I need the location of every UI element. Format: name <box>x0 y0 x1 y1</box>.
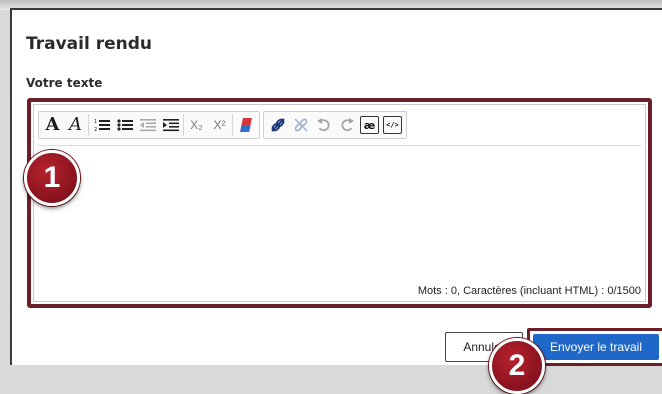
dialog: Travail rendu Votre texte A A 1 2 X₂ X² … <box>10 8 662 366</box>
svg-text:2: 2 <box>94 127 97 132</box>
text-field-label: Votre texte <box>26 76 103 90</box>
special-chars-icon[interactable]: æ <box>358 113 381 137</box>
step-callout-1: 1 <box>24 150 80 206</box>
dialog-title: Travail rendu <box>26 34 152 54</box>
submit-button-highlight: Envoyer le travail <box>527 328 662 366</box>
outdent-icon[interactable] <box>136 113 159 137</box>
svg-text:1: 1 <box>94 119 97 125</box>
rich-text-editor: A A 1 2 X₂ X² æ </> Mots: 0, Caractères… <box>27 98 652 308</box>
indent-icon[interactable] <box>159 113 182 137</box>
eraser-icon[interactable] <box>234 113 257 137</box>
subscript-glyph: X₂ <box>190 118 203 132</box>
submit-work-button[interactable]: Envoyer le travail <box>533 334 659 360</box>
superscript-icon[interactable]: X² <box>208 113 231 137</box>
undo-icon[interactable] <box>312 113 335 137</box>
toolbar-divider <box>38 145 641 146</box>
bold-glyph: A <box>45 114 60 135</box>
step-callout-2: 2 <box>489 338 545 394</box>
redo-icon[interactable] <box>335 113 358 137</box>
source-code-glyph: </> <box>383 116 402 134</box>
subscript-icon[interactable]: X₂ <box>185 113 208 137</box>
special-chars-glyph: æ <box>360 116 379 134</box>
toolbar-group-insert: æ </> <box>263 111 407 139</box>
italic-icon[interactable]: A <box>64 113 87 137</box>
italic-glyph: A <box>69 114 82 135</box>
toolbar-separator <box>232 114 233 136</box>
toolbar-separator <box>183 114 184 136</box>
superscript-glyph: X² <box>213 118 226 132</box>
bulleted-list-icon[interactable] <box>113 113 136 137</box>
character-counter: Mots : 0, Caractères (incluant HTML) : 0… <box>417 285 641 297</box>
editor-container: A A 1 2 X₂ X² æ </> Mots: 0, Caractères… <box>33 104 646 302</box>
source-code-icon[interactable]: </> <box>381 113 404 137</box>
editor-text-area[interactable] <box>38 147 641 279</box>
bold-icon[interactable]: A <box>41 113 64 137</box>
toolbar-separator <box>88 114 89 136</box>
ordered-list-icon[interactable]: 1 2 <box>90 113 113 137</box>
link-icon[interactable] <box>266 113 289 137</box>
toolbar-group-format: A A 1 2 X₂ X² <box>38 111 260 139</box>
editor-toolbar: A A 1 2 X₂ X² æ </> <box>38 110 410 140</box>
unlink-icon[interactable] <box>289 113 312 137</box>
